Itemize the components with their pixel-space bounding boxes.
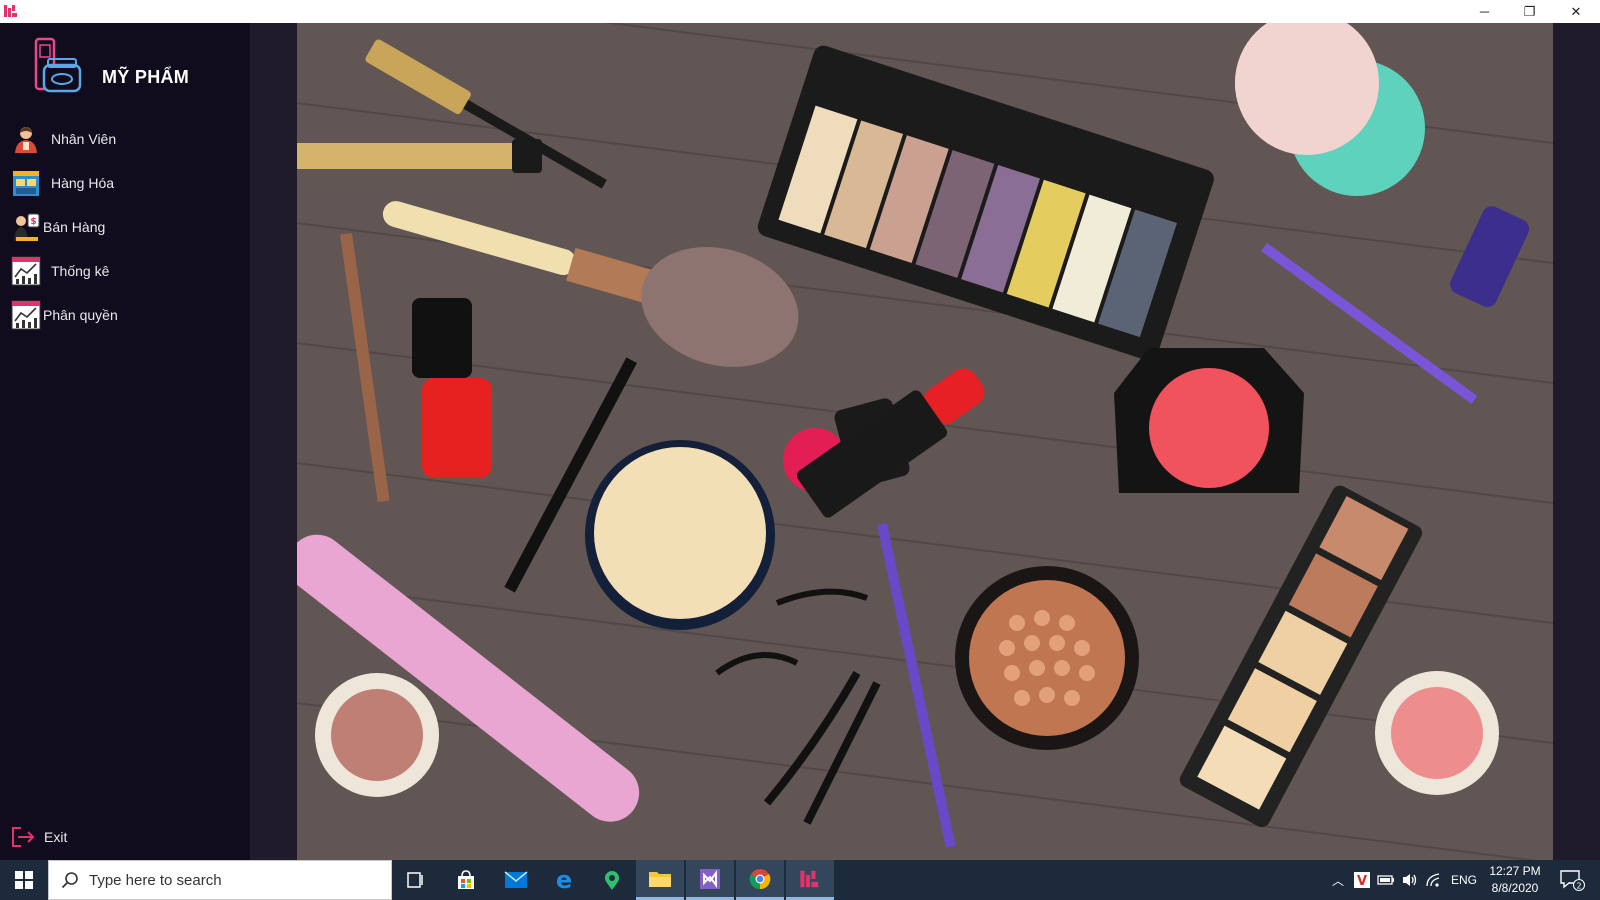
chrome-icon <box>749 868 771 889</box>
windows-logo-icon <box>15 871 33 889</box>
app-logo-icon <box>800 870 819 887</box>
taskbar-search-box[interactable]: Type here to search <box>48 860 392 900</box>
sidebar-item-ban-hang[interactable]: $ Bán Hàng <box>10 207 240 247</box>
app-logo-icon <box>4 5 17 17</box>
taskbar-visual-studio[interactable] <box>686 860 734 900</box>
notification-center-button[interactable]: 2 <box>1554 860 1590 900</box>
taskbar-maps[interactable] <box>588 860 636 900</box>
sales-icon: $ <box>14 213 40 241</box>
clock-time: 12:27 PM <box>1489 864 1541 878</box>
sidebar-item-label: Hàng Hóa <box>51 175 115 191</box>
exit-icon <box>12 827 35 847</box>
statistics-icon <box>11 256 41 286</box>
taskbar-store[interactable] <box>442 860 490 900</box>
window-titlebar: ─ ❐ ✕ <box>0 0 1600 23</box>
task-view-icon <box>407 872 423 888</box>
sidebar-item-label: Phân quyền <box>43 307 118 323</box>
taskbar-chrome[interactable] <box>736 860 784 900</box>
permission-icon <box>11 300 41 330</box>
notification-count: 2 <box>1576 882 1581 891</box>
cosmetics-jar-icon <box>34 37 82 93</box>
clock-date: 8/8/2020 <box>1491 881 1539 895</box>
svg-text:V: V <box>1357 874 1367 888</box>
sidebar-item-thong-ke[interactable]: Thống kê <box>10 251 240 291</box>
visual-studio-icon <box>700 868 720 889</box>
mail-icon <box>504 871 528 888</box>
tray-overflow-button[interactable]: ︿ <box>1326 860 1350 900</box>
exit-button[interactable]: Exit <box>10 826 67 848</box>
sidebar-item-phan-quyen[interactable]: Phân quyền <box>10 295 240 335</box>
tray-language[interactable]: ENG <box>1448 860 1480 900</box>
tray-antivirus[interactable]: V <box>1350 860 1374 900</box>
sidebar-item-label: Thống kê <box>51 263 110 279</box>
employee-icon <box>15 127 37 153</box>
sidebar: MỸ PHẨM Nhân Viên Hàng Hóa $ Bán Hàng Th… <box>0 23 250 860</box>
tray-volume[interactable] <box>1398 860 1422 900</box>
sidebar-item-nhan-vien[interactable]: Nhân Viên <box>10 119 240 159</box>
task-view-button[interactable] <box>392 860 440 900</box>
taskbar-clock[interactable]: 12:27 PM 8/8/2020 <box>1480 863 1550 897</box>
store-icon <box>458 870 474 889</box>
tray-network[interactable] <box>1422 860 1446 900</box>
maximize-button[interactable]: ❐ <box>1507 0 1552 23</box>
taskbar: Type here to search e ︿ V ENG 12:27 PM 8… <box>0 860 1600 900</box>
brand-title: MỸ PHẨM <box>102 67 190 87</box>
antivirus-icon: V <box>1354 872 1370 888</box>
goods-icon <box>13 171 39 196</box>
tray-battery[interactable] <box>1374 860 1398 900</box>
taskbar-my-pham-app[interactable] <box>786 860 834 900</box>
notification-icon: 2 <box>1560 870 1585 891</box>
wifi-icon <box>1426 873 1440 887</box>
chevron-up-icon: ︿ <box>1331 873 1344 888</box>
volume-icon <box>1403 874 1417 886</box>
hero-illustration <box>297 23 1553 860</box>
sidebar-item-label: Bán Hàng <box>43 219 106 235</box>
battery-icon <box>1377 875 1394 885</box>
exit-label: Exit <box>44 829 68 845</box>
taskbar-edge[interactable]: e <box>540 860 588 900</box>
minimize-button[interactable]: ─ <box>1462 0 1507 23</box>
svg-text:e: e <box>556 868 572 892</box>
maps-icon <box>605 871 619 890</box>
edge-icon: e <box>556 868 572 892</box>
search-placeholder: Type here to search <box>89 871 222 889</box>
taskbar-mail[interactable] <box>492 860 540 900</box>
sidebar-item-hang-hoa[interactable]: Hàng Hóa <box>10 163 240 203</box>
cosmetics-flatlay-image <box>297 23 1553 860</box>
taskbar-file-explorer[interactable] <box>636 860 684 900</box>
brand: MỸ PHẨM <box>30 35 189 95</box>
svg-text:$: $ <box>30 217 36 227</box>
sidebar-item-label: Nhân Viên <box>51 131 117 147</box>
start-button[interactable] <box>0 860 48 900</box>
close-button[interactable]: ✕ <box>1552 0 1600 23</box>
search-icon <box>61 872 78 889</box>
folder-icon <box>649 871 671 887</box>
